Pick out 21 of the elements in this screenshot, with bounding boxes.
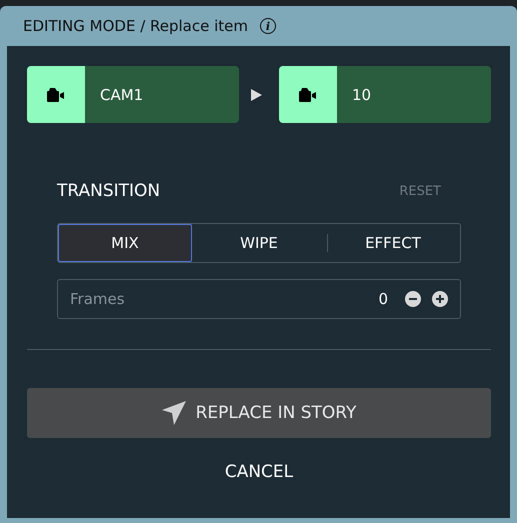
window-title: EDITING MODE / Replace item bbox=[23, 17, 248, 35]
send-icon bbox=[162, 401, 186, 425]
frames-input[interactable]: Frames bbox=[68, 289, 368, 309]
section-title: TRANSITION bbox=[57, 181, 160, 201]
transition-tab[interactable]: EFFECT bbox=[326, 224, 460, 262]
transition-tab[interactable]: WIPE bbox=[192, 224, 326, 262]
source-label: 10 bbox=[352, 86, 372, 104]
info-icon[interactable]: i bbox=[260, 18, 276, 34]
replace-button[interactable]: REPLACE IN STORY bbox=[27, 388, 491, 438]
source-card[interactable]: 10 bbox=[279, 66, 491, 123]
arrow-icon bbox=[251, 88, 262, 100]
transition-tab[interactable]: MIX bbox=[58, 224, 192, 262]
source-label: CAM1 bbox=[100, 86, 144, 104]
frames-value: 0 bbox=[378, 290, 388, 308]
source-card[interactable]: CAM1 bbox=[27, 66, 239, 123]
plus-icon[interactable] bbox=[432, 291, 448, 307]
camera-icon bbox=[47, 88, 65, 102]
frames-field[interactable]: Frames 0 bbox=[57, 279, 461, 319]
camera-icon bbox=[299, 88, 317, 102]
cancel-button[interactable]: CANCEL bbox=[216, 458, 302, 486]
minus-icon[interactable] bbox=[405, 291, 421, 307]
